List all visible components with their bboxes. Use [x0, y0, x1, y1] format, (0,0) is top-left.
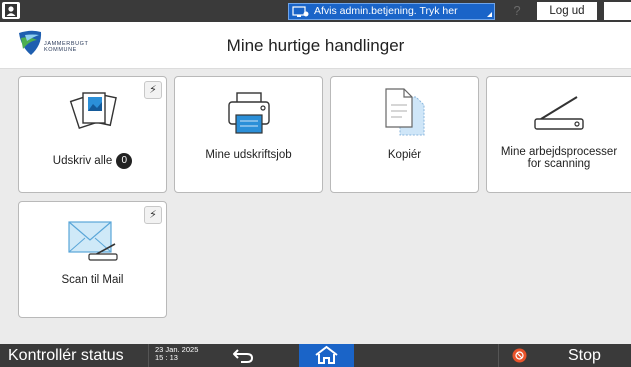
user-button[interactable]	[2, 2, 20, 19]
admin-operation-banner[interactable]: Afvis admin.betjening. Tryk her	[288, 3, 495, 20]
night-mode-button[interactable]	[604, 2, 631, 20]
time-text: 15 : 13	[155, 353, 178, 362]
tile-label: Udskriv alle 0	[19, 153, 166, 169]
tile-label: Mine udskriftsjob	[205, 149, 292, 161]
tile-print-all[interactable]: ⚡ Udskriv alle 0	[18, 76, 167, 193]
admin-monitor-icon	[292, 6, 309, 17]
date-time: 23 Jan. 2025 15 : 13	[155, 346, 198, 362]
back-arrow-icon	[233, 349, 254, 363]
admin-banner-text: Afvis admin.betjening. Tryk her	[314, 5, 458, 17]
stop-button[interactable]: Stop	[568, 346, 601, 365]
header: JAMMERBUGT KOMMUNE Mine hurtige handling…	[0, 22, 631, 69]
logout-button[interactable]: Log ud	[537, 2, 597, 20]
tile-label: Mine arbejdsprocesser for scanning	[487, 146, 631, 170]
bottom-bar: Kontrollér status 23 Jan. 2025 15 : 13 S…	[0, 344, 631, 367]
pin-button[interactable]: ⚡	[144, 206, 162, 224]
scanner-icon	[534, 96, 584, 130]
count-badge: 0	[116, 153, 133, 169]
copy-document-icon	[384, 88, 424, 136]
documents-icon	[69, 92, 117, 130]
top-status-bar: Afvis admin.betjening. Tryk her ? Log ud	[0, 0, 631, 22]
tile-label-line2: for scanning	[527, 158, 591, 170]
tile-label: Kopiér	[387, 149, 422, 161]
home-button[interactable]	[299, 344, 354, 367]
moon-icon	[611, 5, 617, 17]
back-button[interactable]	[229, 346, 259, 365]
check-status-button[interactable]: Kontrollér status	[8, 346, 124, 365]
separator	[498, 344, 499, 367]
tile-copy[interactable]: Kopiér	[330, 76, 479, 193]
separator	[148, 344, 149, 367]
help-button[interactable]: ?	[507, 2, 527, 20]
tile-scan-workflows[interactable]: Mine arbejdsprocesser for scanning	[486, 76, 631, 193]
pin-button[interactable]: ⚡	[144, 81, 162, 99]
stop-icon[interactable]	[512, 348, 527, 363]
home-icon	[315, 345, 338, 364]
tile-my-print-jobs[interactable]: Mine udskriftsjob	[174, 76, 323, 193]
tile-label: Scan til Mail	[61, 274, 124, 286]
page-title: Mine hurtige handlinger	[226, 36, 405, 55]
user-icon	[5, 4, 17, 17]
tile-scan-to-mail[interactable]: ⚡ Scan til Mail	[18, 201, 167, 318]
tile-label-text: Udskriv alle	[52, 155, 113, 168]
corner-mark-icon	[487, 12, 492, 17]
printer-icon	[227, 92, 270, 134]
tile-label-line1: Mine arbejdsprocesser	[500, 146, 618, 158]
envelope-scan-icon	[67, 221, 118, 261]
